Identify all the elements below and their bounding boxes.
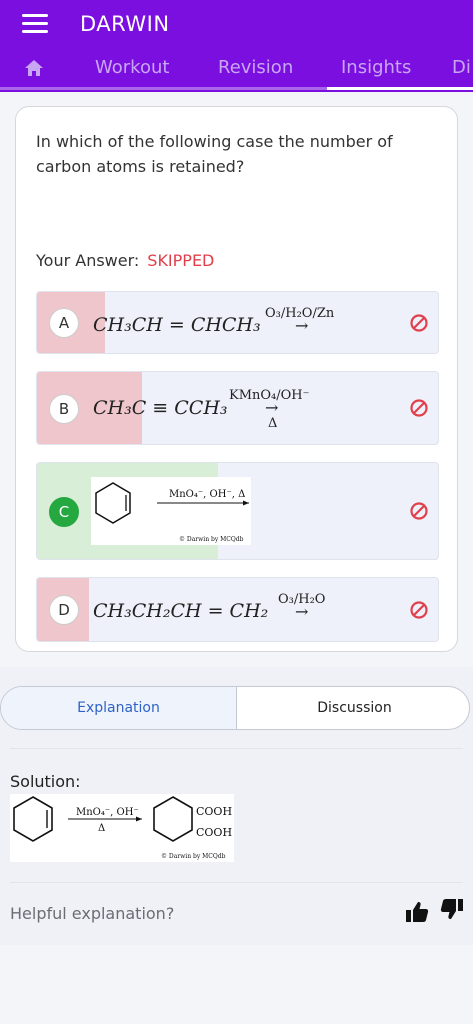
- product-bottom: COOH: [196, 826, 232, 839]
- not-allowed-icon: [410, 601, 428, 619]
- reactant: CH₃CH₂CH = CH₂: [93, 600, 269, 622]
- divider: [10, 882, 463, 883]
- explanation-discussion-toggle: Explanation Discussion: [0, 686, 470, 730]
- solution-caption: © Darwin by MCQdb: [161, 853, 226, 860]
- your-answer-value: SKIPPED: [147, 251, 215, 270]
- image-caption: © Darwin by MCQdb: [179, 536, 244, 543]
- option-letter: C: [49, 497, 79, 527]
- option-formula: CH₃CH₂CH = CH₂: [93, 600, 268, 622]
- option-a[interactable]: A CH₃CH = CHCH₃ O₃/H₂O/Zn →: [36, 291, 439, 354]
- reaction-arrow: →: [265, 398, 279, 417]
- reactant: CH₃CH = CHCH₃: [93, 314, 261, 336]
- solution-reagent: MnO₄⁻, OH⁻: [76, 807, 139, 818]
- option-formula: CH₃C ≡ CCH₃: [93, 397, 228, 419]
- home-icon[interactable]: [24, 59, 44, 77]
- solution-reagent-below: Δ: [98, 823, 105, 834]
- not-allowed-icon: [410, 502, 428, 520]
- reaction-arrow: →: [295, 602, 309, 621]
- tab-bar: Workout Revision Insights Di: [0, 50, 473, 90]
- tab-insights[interactable]: Insights: [341, 57, 411, 78]
- divider: [10, 748, 463, 749]
- reactant: CH₃C ≡ CCH₃: [93, 397, 228, 419]
- tab-partial[interactable]: Di: [452, 57, 471, 78]
- reagent-label: MnO₄⁻, OH⁻, Δ: [169, 489, 245, 500]
- not-allowed-icon: [410, 314, 428, 332]
- tab-workout[interactable]: Workout: [95, 57, 169, 78]
- tab-indicator-track: [0, 87, 327, 90]
- thumbs-up-icon[interactable]: [405, 900, 429, 924]
- option-formula: CH₃CH = CHCH₃: [93, 314, 261, 336]
- tab-revision[interactable]: Revision: [218, 57, 293, 78]
- option-letter: B: [49, 394, 79, 424]
- solution-reaction-image: MnO₄⁻, OH⁻ Δ COOH COOH © Darwin by MCQdb: [10, 794, 234, 862]
- option-letter: D: [49, 595, 79, 625]
- hamburger-icon[interactable]: [22, 14, 48, 36]
- your-answer: Your Answer: SKIPPED: [36, 251, 214, 270]
- tab-discussion[interactable]: Discussion: [238, 687, 469, 729]
- question-text: In which of the following case the numbe…: [36, 132, 393, 176]
- option-c[interactable]: C MnO₄⁻, OH⁻, Δ © Darwin by MCQdb: [36, 462, 439, 560]
- product-top: COOH: [196, 805, 232, 818]
- tab-indicator: [327, 87, 473, 90]
- option-b[interactable]: B CH₃C ≡ CCH₃ KMnO₄/OH⁻ → Δ: [36, 371, 439, 445]
- not-allowed-icon: [410, 399, 428, 417]
- tab-explanation[interactable]: Explanation: [1, 687, 237, 729]
- app-title: DARWIN: [80, 12, 170, 36]
- thumbs-down-icon[interactable]: [440, 897, 464, 921]
- helpful-prompt: Helpful explanation?: [10, 904, 175, 923]
- option-letter: A: [49, 308, 79, 338]
- reaction-arrow: →: [295, 316, 309, 335]
- question-card: In which of the following case the numbe…: [15, 106, 458, 652]
- app-bar: DARWIN Workout Revision Insights Di: [0, 0, 473, 92]
- cyclohexene-reaction-image: MnO₄⁻, OH⁻, Δ © Darwin by MCQdb: [91, 477, 251, 545]
- your-answer-label: Your Answer:: [36, 251, 140, 270]
- solution-label: Solution:: [10, 772, 81, 791]
- option-d[interactable]: D CH₃CH₂CH = CH₂ O₃/H₂O →: [36, 577, 439, 642]
- reagent-below: Δ: [268, 416, 278, 431]
